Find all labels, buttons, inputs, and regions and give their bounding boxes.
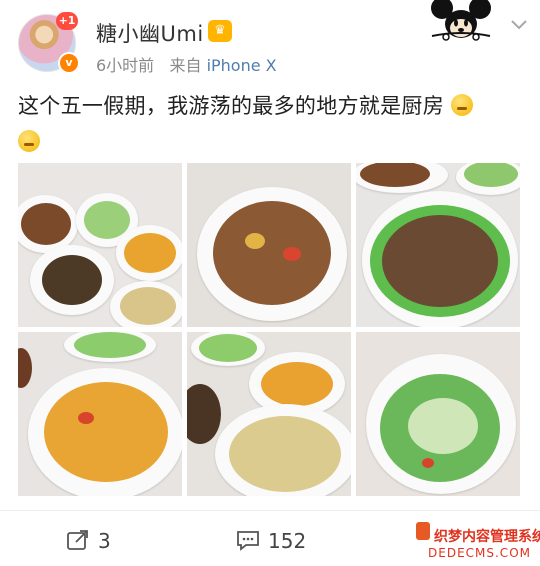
photo-3[interactable] (356, 163, 520, 327)
comment-icon (237, 531, 259, 551)
watermark: 织梦内容管理系统 DEDECMS.COM (414, 522, 540, 565)
post-body: 这个五一假期，我游荡的最多的地方就是厨房 (18, 94, 444, 118)
photo-2[interactable] (187, 163, 351, 327)
comment-button[interactable]: 152 (236, 529, 306, 553)
post-meta: 6小时前 来自 iPhone X (96, 52, 277, 76)
food-meat (213, 201, 331, 305)
watermark-domain: DEDECMS.COM (428, 546, 531, 560)
photo-1[interactable] (18, 163, 182, 327)
avatar-badge: +1 (56, 12, 78, 30)
food-potato (261, 362, 333, 406)
food-greens (74, 332, 146, 358)
photo-4[interactable] (18, 332, 182, 496)
photo-6[interactable] (356, 332, 520, 496)
repost-button[interactable]: 3 (66, 529, 111, 553)
username[interactable]: 糖小幽Umi (96, 18, 204, 48)
food-greens (84, 201, 130, 239)
photo-5[interactable] (187, 332, 351, 496)
smile-emoji-icon (18, 130, 40, 152)
watermark-logo-icon (416, 522, 430, 540)
comment-count: 152 (268, 529, 307, 553)
watermark-title: 织梦内容管理系统 (434, 529, 540, 545)
food-cabbage (408, 398, 478, 454)
share-icon (67, 530, 88, 550)
food-greens (199, 334, 257, 362)
food-beef (187, 384, 221, 444)
food-beef (42, 255, 102, 305)
mickey-icon (431, 0, 491, 41)
verified-badge: v (58, 52, 80, 74)
food-meat (18, 348, 32, 388)
food-rice (229, 416, 341, 492)
food-rice (120, 287, 176, 325)
repost-count: 3 (98, 529, 111, 553)
source-prefix: 来自 (169, 56, 202, 75)
food-pepper (422, 458, 434, 468)
crown-icon: ♛ (208, 20, 232, 42)
food-potato (44, 382, 168, 482)
post-header: +1 v 糖小幽Umi ♛ 6小时前 来自 iPhone X (0, 0, 540, 80)
photo-grid (18, 163, 520, 496)
food-potato (124, 233, 176, 273)
smile-emoji-icon (450, 94, 473, 116)
food-potato (245, 233, 265, 249)
source-link[interactable]: iPhone X (207, 56, 277, 75)
food-beef (382, 215, 498, 307)
chevron-down-icon[interactable] (510, 18, 528, 32)
food-pepper (78, 412, 94, 424)
food-meat (21, 203, 71, 245)
post-time: 6小时前 (96, 56, 155, 75)
food-pepper (283, 247, 301, 261)
post-text: 这个五一假期，我游荡的最多的地方就是厨房 (18, 88, 523, 160)
